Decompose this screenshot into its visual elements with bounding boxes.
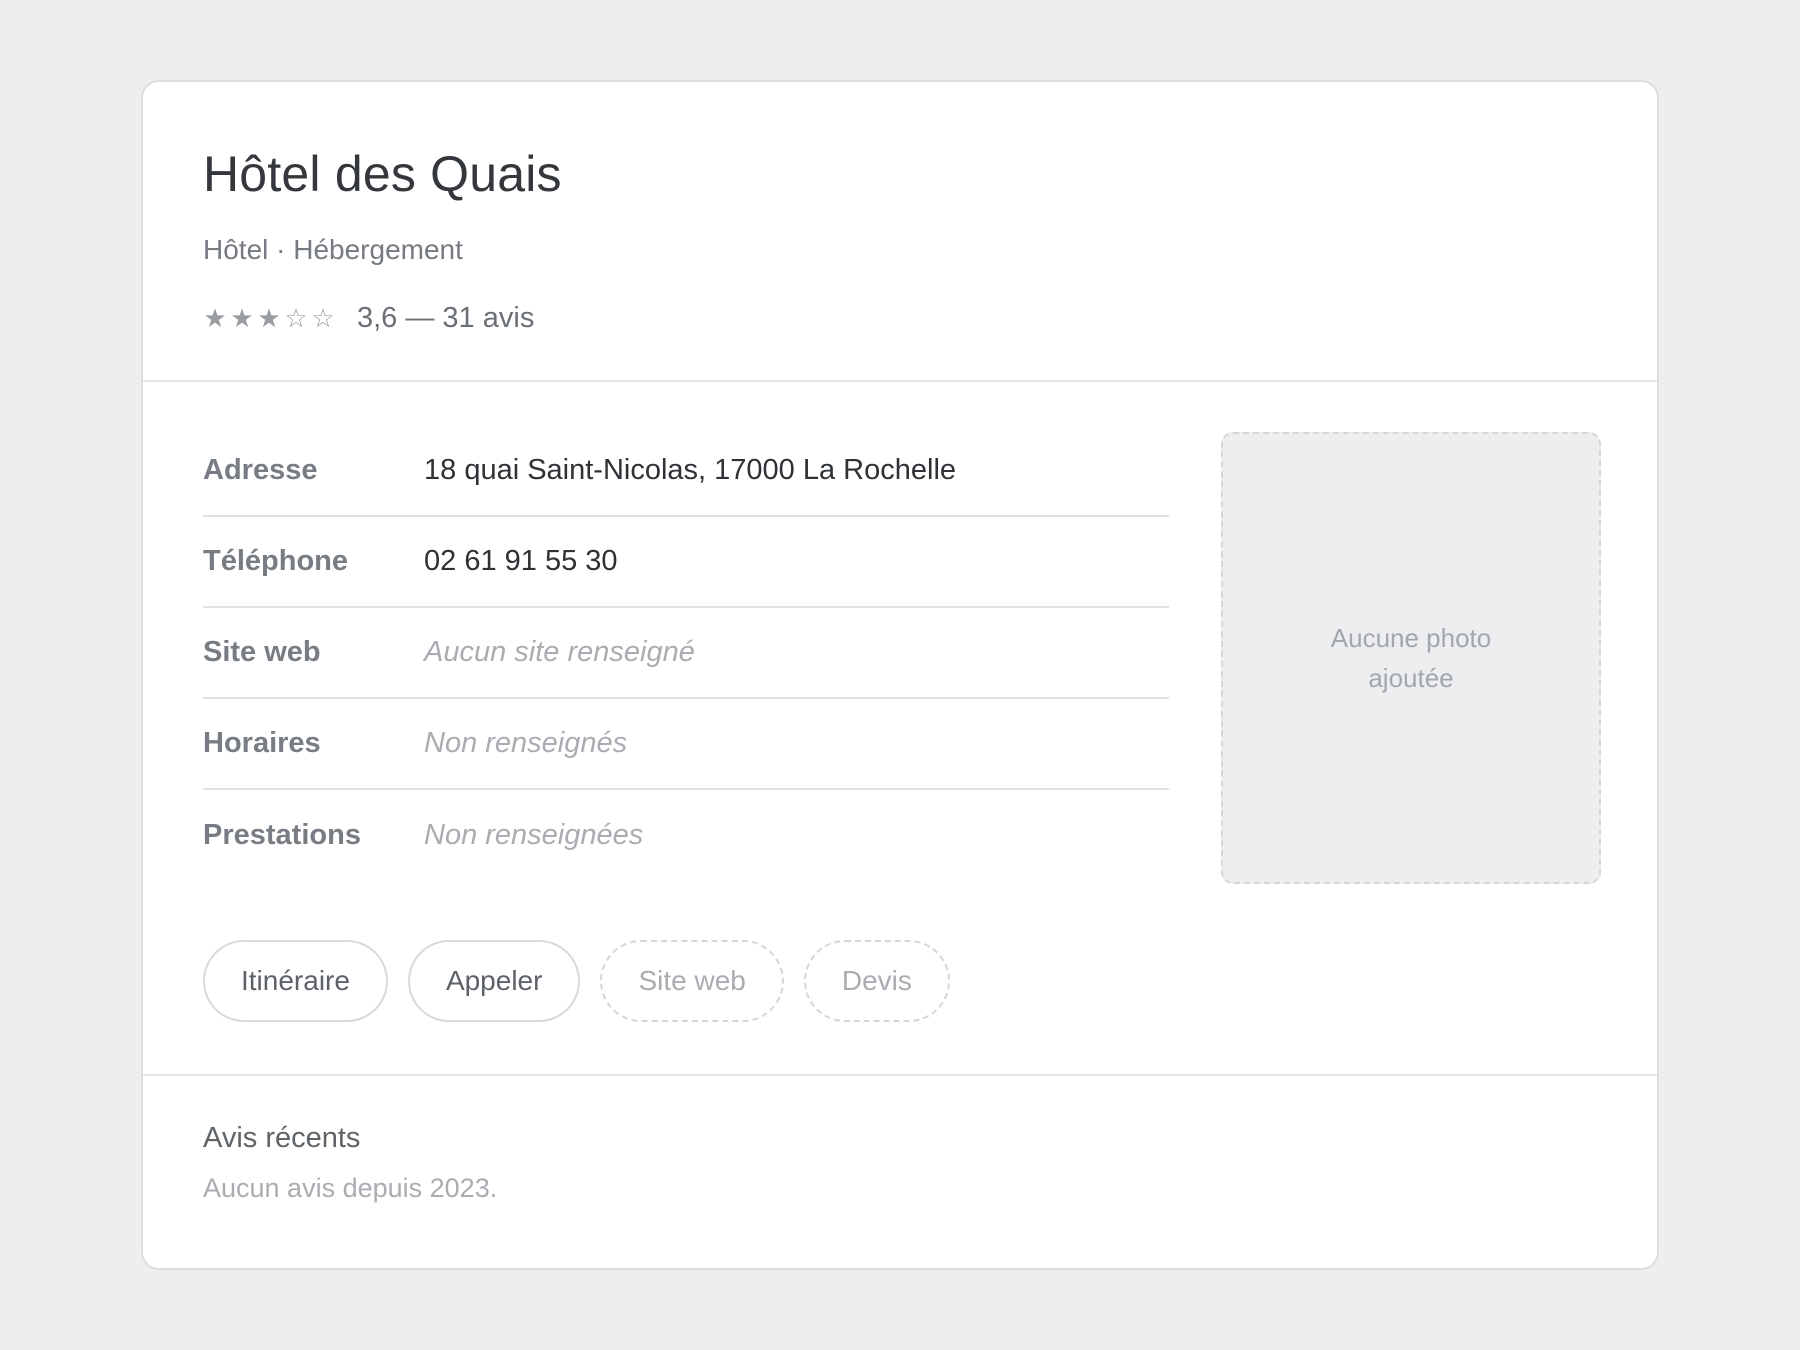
address-value: 18 quai Saint-Nicolas, 17000 La Rochelle: [424, 454, 957, 486]
listing-title: Hôtel des Quais: [203, 146, 562, 202]
detail-row-website: Site web Aucun site renseigné: [203, 608, 1169, 699]
website-button[interactable]: Site web: [600, 940, 784, 1022]
listing-category: Hôtel · Hébergement: [203, 234, 463, 265]
phone-value[interactable]: 02 61 91 55 30: [424, 545, 618, 578]
call-button[interactable]: Appeler: [407, 940, 581, 1022]
detail-row-hours: Horaires Non renseignés: [203, 699, 1169, 790]
recent-reviews-section: Avis récents Aucun avis depuis 2023.: [143, 1076, 1657, 1206]
detail-label: Téléphone: [203, 545, 349, 577]
directions-button[interactable]: Itinéraire: [203, 940, 388, 1022]
detail-label: Site web: [203, 636, 321, 668]
star-outline-icon: ☆: [311, 303, 335, 333]
star-icon: ★: [230, 303, 254, 333]
hours-value: Non renseignés: [424, 727, 628, 759]
rating-stars: ★ ★ ★ ☆ ☆: [203, 303, 335, 333]
reviews-heading: Avis récents: [203, 1122, 361, 1154]
star-outline-icon: ☆: [284, 303, 308, 333]
listing-card: Hôtel des Quais Hôtel · Hébergement ★ ★ …: [141, 80, 1659, 1270]
details-table: Adresse 18 quai Saint-Nicolas, 17000 La …: [203, 426, 1169, 881]
website-value: Aucun site renseigné: [424, 636, 695, 668]
detail-row-address: Adresse 18 quai Saint-Nicolas, 17000 La …: [203, 426, 1169, 517]
listing-header: Hôtel des Quais Hôtel · Hébergement ★ ★ …: [143, 82, 1657, 382]
detail-row-phone: Téléphone 02 61 91 55 30: [203, 517, 1169, 608]
detail-label: Adresse: [203, 454, 318, 486]
star-icon: ★: [257, 303, 281, 333]
photo-placeholder[interactable]: Aucune photo ajoutée: [1221, 432, 1601, 884]
listing-details-section: Adresse 18 quai Saint-Nicolas, 17000 La …: [143, 382, 1657, 1076]
photo-placeholder-text: Aucune photo ajoutée: [1330, 623, 1492, 693]
rating: ★ ★ ★ ☆ ☆ 3,6 — 31 avis: [203, 300, 1657, 336]
quote-button[interactable]: Devis: [803, 940, 950, 1022]
star-icon: ★: [203, 303, 227, 333]
detail-label: Prestations: [203, 819, 361, 851]
reviews-empty-message: Aucun avis depuis 2023.: [203, 1173, 498, 1203]
rating-summary: 3,6 — 31 avis: [357, 301, 535, 334]
detail-row-services: Prestations Non renseignées: [203, 790, 1169, 881]
services-value: Non renseignées: [424, 819, 644, 851]
detail-label: Horaires: [203, 727, 321, 759]
action-buttons: Itinéraire Appeler Site web Devis: [203, 940, 950, 1022]
